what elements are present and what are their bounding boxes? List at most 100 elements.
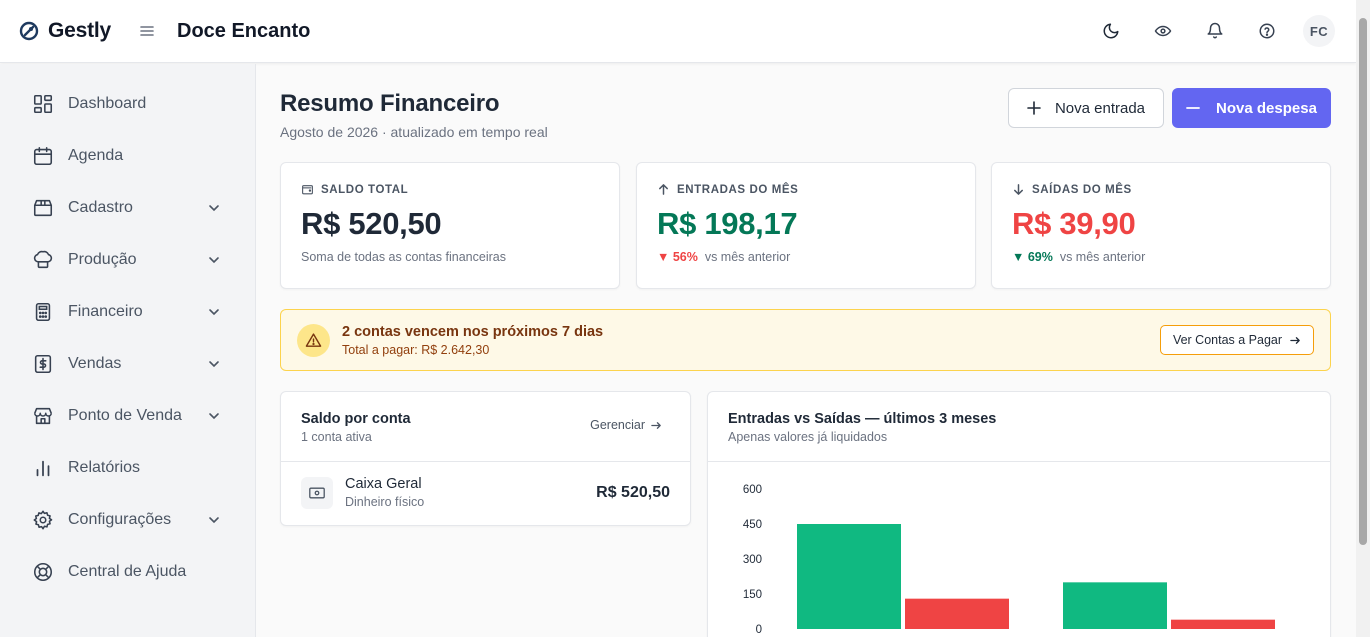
manage-accounts-button[interactable]: Gerenciar: [590, 418, 662, 432]
sidebar-item-label: Agenda: [68, 147, 124, 164]
kpi-label-text: ENTRADAS DO MÊS: [677, 183, 799, 196]
account-name: Caixa Geral: [345, 476, 422, 492]
sidebar: Dashboard Agenda Cadastro Produção Finan…: [0, 64, 256, 637]
gestly-logo-icon: [19, 21, 39, 41]
store-icon: [32, 405, 54, 427]
sidebar-item-producao[interactable]: Produção: [0, 234, 255, 286]
new-expense-label: Nova despesa: [1216, 99, 1317, 117]
warning-icon: [297, 323, 330, 357]
brand[interactable]: Gestly: [19, 19, 111, 43]
sidebar-item-configuracoes[interactable]: Configurações: [0, 494, 255, 546]
card-title: Entradas vs Saídas — últimos 3 meses: [728, 411, 997, 427]
moon-icon[interactable]: [1095, 15, 1127, 47]
arrow-right-icon: [651, 420, 662, 431]
chevron-down-icon: [207, 357, 221, 371]
account-type: Dinheiro físico: [345, 495, 425, 509]
box-icon: [32, 197, 54, 219]
chevron-down-icon: [207, 305, 221, 319]
kpi-foot-text: vs mês anterior: [1059, 250, 1146, 264]
minus-icon: [1186, 101, 1200, 115]
sidebar-item-label: Relatórios: [68, 459, 141, 476]
expense-bar[interactable]: [905, 598, 1009, 629]
kpi-label-text: SALDO TOTAL: [321, 183, 409, 196]
sidebar-item-central-de-ajuda[interactable]: Central de Ajuda: [0, 546, 255, 598]
y-tick-label: 300: [743, 554, 762, 566]
kpi-foot-text: vs mês anterior: [704, 250, 791, 264]
scrollbar[interactable]: [1356, 0, 1370, 637]
organization-name: Doce Encanto: [177, 19, 311, 42]
help-icon[interactable]: [1251, 15, 1283, 47]
kpi-foot: ▼ 69% vs mês anterior: [1012, 250, 1310, 264]
kpi-foot: Soma de todas as contas financeiras: [301, 250, 506, 264]
arrow-down-icon: [1012, 183, 1025, 196]
page-title: Resumo Financeiro: [280, 90, 500, 117]
sidebar-item-label: Dashboard: [68, 95, 147, 112]
sidebar-item-dashboard[interactable]: Dashboard: [0, 78, 255, 130]
arrow-right-icon: [1290, 335, 1301, 346]
calendar-icon: [32, 145, 54, 167]
kpi-delta: ▼ 69%: [1012, 250, 1053, 264]
sidebar-item-label: Produção: [68, 251, 137, 268]
income-bar[interactable]: [1063, 582, 1167, 629]
new-expense-button[interactable]: Nova despesa: [1172, 88, 1331, 128]
dollar-doc-icon: [32, 353, 54, 375]
due-bills-alert: 2 contas vencem nos próximos 7 dias Tota…: [280, 309, 1331, 371]
view-payables-label: Ver Contas a Pagar: [1172, 333, 1283, 347]
kpi-card-income: ENTRADAS DO MÊS R$ 198,17 ▼ 56% vs mês a…: [636, 162, 976, 289]
sidebar-item-vendas[interactable]: Vendas: [0, 338, 255, 390]
gear-icon: [32, 509, 54, 531]
accounts-card: Saldo por conta 1 conta ativa Gerenciar …: [280, 391, 691, 526]
alert-title: 2 contas vencem nos próximos 7 dias: [342, 323, 604, 340]
hamburger-menu-icon[interactable]: [139, 24, 155, 38]
income-bar[interactable]: [797, 524, 901, 629]
eye-icon[interactable]: [1147, 15, 1179, 47]
sidebar-item-label: Central de Ajuda: [68, 563, 187, 580]
scrollbar-thumb[interactable]: [1359, 18, 1367, 545]
bell-icon[interactable]: [1199, 15, 1231, 47]
manage-label: Gerenciar: [590, 418, 645, 432]
y-tick-label: 450: [743, 519, 762, 531]
sidebar-item-relatorios[interactable]: Relatórios: [0, 442, 255, 494]
new-entry-label: Nova entrada: [1054, 99, 1146, 117]
alert-subtitle: Total a pagar: R$ 2.642,30: [342, 342, 490, 357]
calculator-icon: [32, 301, 54, 323]
account-row[interactable]: Caixa Geral Dinheiro físico R$ 520,50: [281, 462, 690, 523]
card-subtitle: 1 conta ativa: [301, 430, 372, 444]
expense-bar[interactable]: [1171, 619, 1275, 629]
top-actions: FC: [1095, 15, 1335, 47]
sidebar-item-label: Cadastro: [68, 199, 133, 216]
y-tick-label: 150: [743, 589, 762, 601]
sidebar-item-ponto-de-venda[interactable]: Ponto de Venda: [0, 390, 255, 442]
kpi-value: R$ 198,17: [657, 206, 798, 241]
chevron-down-icon: [207, 409, 221, 423]
brand-name: Gestly: [48, 19, 111, 42]
lifebuoy-icon: [32, 561, 54, 583]
kpi-value: R$ 520,50: [301, 206, 442, 241]
account-balance: R$ 520,50: [596, 483, 670, 501]
sidebar-item-agenda[interactable]: Agenda: [0, 130, 255, 182]
new-entry-button[interactable]: Nova entrada: [1008, 88, 1164, 128]
page-subtitle: Agosto de 2026 · atualizado em tempo rea…: [280, 124, 548, 140]
card-subtitle: Apenas valores já liquidados: [728, 430, 888, 444]
user-avatar[interactable]: FC: [1303, 15, 1335, 47]
sidebar-item-cadastro[interactable]: Cadastro: [0, 182, 255, 234]
top-bar: Gestly Doce Encanto FC: [0, 0, 1356, 63]
sidebar-item-label: Configurações: [68, 511, 172, 528]
chevron-down-icon: [207, 253, 221, 267]
kpi-label-text: SAÍDAS DO MÊS: [1032, 183, 1132, 196]
wallet-icon: [301, 183, 314, 196]
view-payables-button[interactable]: Ver Contas a Pagar: [1160, 325, 1314, 355]
plus-icon: [1027, 101, 1041, 115]
banknote-icon: [301, 476, 333, 509]
kpi-value: R$ 39,90: [1012, 206, 1136, 241]
kpi-foot: ▼ 56% vs mês anterior: [657, 250, 955, 264]
chef-hat-icon: [32, 249, 54, 271]
kpi-card-expenses: SAÍDAS DO MÊS R$ 39,90 ▼ 69% vs mês ante…: [991, 162, 1331, 289]
bar-chart-icon: [32, 457, 54, 479]
kpi-card-balance: SALDO TOTAL R$ 520,50 Soma de todas as c…: [280, 162, 620, 289]
kpi-label: SALDO TOTAL: [301, 183, 599, 196]
chevron-down-icon: [207, 513, 221, 527]
sidebar-item-financeiro[interactable]: Financeiro: [0, 286, 255, 338]
sidebar-item-label: Ponto de Venda: [68, 407, 182, 424]
income-vs-expenses-chart: 600 450 300 150 0: [743, 484, 1275, 636]
